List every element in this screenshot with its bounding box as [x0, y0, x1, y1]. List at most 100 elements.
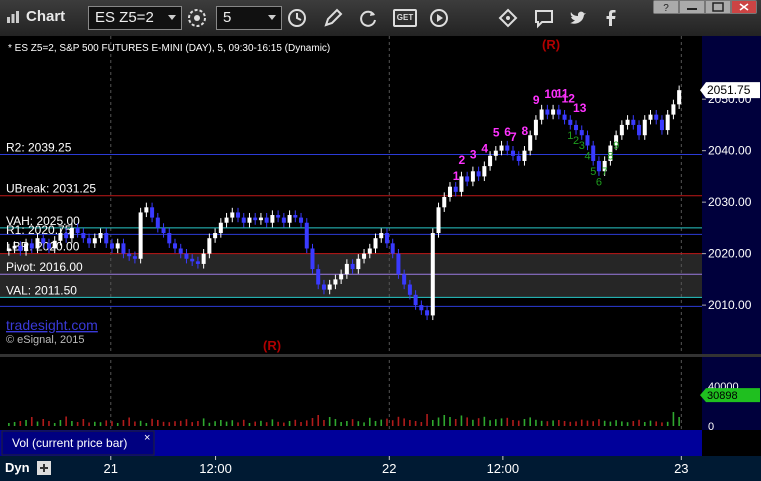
play-icon[interactable]: [428, 7, 450, 29]
candle-body: [350, 263, 355, 270]
candle-body: [447, 186, 452, 197]
candle-body: [407, 284, 412, 295]
candle-body: [213, 233, 218, 239]
minimize-button[interactable]: [680, 1, 704, 13]
copyright: © eSignal, 2015: [6, 334, 84, 346]
pencil-icon[interactable]: [322, 7, 344, 29]
candle-body: [419, 305, 424, 311]
candle-body: [127, 253, 132, 257]
candle-body: [327, 284, 332, 290]
candle-body: [453, 186, 458, 192]
candle-body: [35, 238, 40, 249]
level-label-0: R2: 2039.25: [6, 141, 72, 155]
candle-body: [533, 119, 538, 136]
clock-icon[interactable]: [286, 7, 308, 29]
candle-body: [568, 119, 573, 125]
time-tick-label: 12:00: [199, 461, 232, 476]
candle-body: [316, 269, 321, 285]
candle-body: [92, 238, 97, 244]
candle-body: [293, 215, 298, 218]
volume-last-label: 30898: [707, 390, 738, 402]
move-icon[interactable]: [497, 7, 519, 29]
candle-body: [545, 109, 550, 115]
td-count-magenta: 2: [458, 153, 465, 167]
candle-body: [436, 207, 441, 234]
volume-last-marker: 30898: [700, 388, 760, 403]
candle-body: [671, 104, 676, 115]
candle-body: [367, 248, 372, 254]
candle-body: [109, 243, 114, 249]
watermark: tradesight.com: [6, 317, 98, 333]
candle-body: [625, 119, 630, 125]
candle-body: [81, 233, 86, 239]
td-count-magenta: 8: [521, 124, 528, 138]
candle-body: [58, 233, 63, 241]
candle-body: [64, 233, 69, 239]
candle-body: [201, 253, 206, 264]
candle-body: [104, 233, 109, 244]
candle-body: [528, 135, 533, 151]
symbol-input[interactable]: ES Z5=2: [88, 6, 182, 30]
candle-body: [551, 109, 556, 115]
candle-body: [46, 243, 51, 249]
candle-body: [659, 119, 664, 131]
candle-body: [138, 212, 143, 259]
interval-input[interactable]: 5: [216, 6, 282, 30]
candle-body: [591, 145, 596, 161]
candle-body: [87, 238, 92, 244]
candle-body: [362, 253, 367, 259]
candle-body: [299, 217, 304, 223]
candle-body: [12, 245, 17, 249]
time-tick-label: 12:00: [487, 461, 520, 476]
window-controls: ?: [653, 0, 757, 14]
candle-body: [488, 155, 493, 167]
candle-body: [396, 253, 401, 275]
candle-body: [522, 150, 527, 161]
candle-body: [41, 238, 46, 244]
candle-body: [224, 217, 229, 223]
td-count-magenta: 13: [573, 101, 587, 115]
facebook-icon[interactable]: [600, 7, 622, 29]
candle-body: [161, 227, 166, 234]
candle-body: [482, 166, 487, 177]
candle-body: [390, 243, 395, 254]
td-count-green: 4: [584, 151, 590, 163]
settings-icon[interactable]: [186, 7, 208, 29]
candle-body: [321, 284, 326, 290]
dynamic-label[interactable]: Dyn: [5, 460, 30, 475]
candle-body: [556, 109, 561, 115]
get-button[interactable]: GET: [393, 9, 417, 27]
candle-body: [178, 248, 183, 254]
td-count-magenta: 9: [533, 93, 540, 107]
chat-icon[interactable]: [533, 7, 555, 29]
candle-body: [442, 197, 447, 208]
candle-body: [144, 207, 149, 213]
volume-legend-close-icon[interactable]: ×: [144, 432, 150, 444]
candle-body: [207, 238, 212, 254]
candle-body: [24, 243, 29, 252]
level-label-1: UBreak: 2031.25: [6, 182, 96, 196]
twitter-icon[interactable]: [567, 7, 589, 29]
symbol-value: ES Z5=2: [95, 9, 154, 26]
candle-body: [459, 176, 464, 192]
candle-body: [270, 215, 275, 223]
chevron-down-icon[interactable]: [268, 15, 276, 20]
refresh-icon[interactable]: [357, 7, 379, 29]
candle-body: [310, 248, 315, 270]
price-chart[interactable]: R2: 2039.25UBreak: 2031.25VAH: 2025.00R1…: [0, 36, 761, 481]
candle-body: [281, 217, 286, 223]
candle-body: [121, 243, 126, 254]
candle-body: [344, 263, 349, 275]
candle-body: [470, 171, 475, 182]
candle-body: [172, 243, 178, 249]
link-icon[interactable]: [37, 461, 51, 475]
candle-body: [574, 124, 579, 131]
chevron-down-icon[interactable]: [168, 15, 176, 20]
candle-body: [98, 233, 103, 239]
time-tick-label: 21: [104, 461, 118, 476]
td-count-magenta: 3: [470, 147, 477, 161]
candle-body: [642, 119, 647, 136]
candle-body: [276, 215, 281, 218]
candle-body: [236, 212, 241, 218]
candle-body: [75, 227, 80, 234]
